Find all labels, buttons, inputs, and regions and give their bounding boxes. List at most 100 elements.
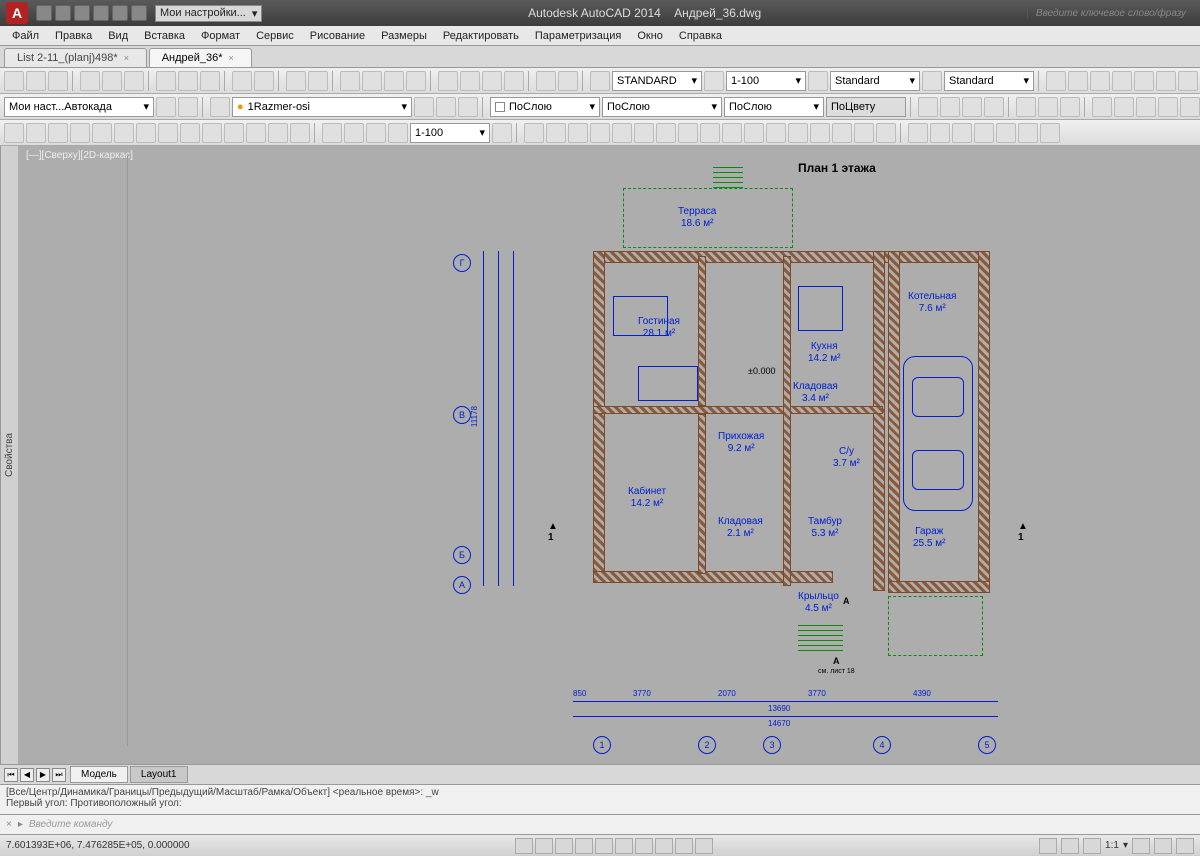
tblstyle-icon[interactable] xyxy=(922,71,942,91)
stretch-icon[interactable] xyxy=(656,123,676,143)
m8-icon[interactable] xyxy=(1092,97,1112,117)
rect-icon[interactable] xyxy=(92,123,112,143)
block-icon[interactable] xyxy=(254,71,274,91)
t4-icon[interactable] xyxy=(1112,71,1132,91)
menu-insert[interactable]: Вставка xyxy=(136,28,193,44)
qat-open-icon[interactable] xyxy=(55,5,71,21)
ssm-icon[interactable] xyxy=(504,71,524,91)
workspace-selector[interactable]: Мои настройки... ▾ xyxy=(155,5,262,22)
dc-icon[interactable] xyxy=(460,71,480,91)
e7-icon[interactable] xyxy=(1040,123,1060,143)
m10-icon[interactable] xyxy=(1136,97,1156,117)
tab-andrey36[interactable]: Андрей_36* × xyxy=(149,48,252,67)
tab-last-icon[interactable]: ⏭ xyxy=(52,768,66,782)
spline-icon[interactable] xyxy=(136,123,156,143)
line-icon[interactable] xyxy=(4,123,24,143)
qat-undo-icon[interactable] xyxy=(93,5,109,21)
print-icon[interactable] xyxy=(80,71,100,91)
publish-icon[interactable] xyxy=(124,71,144,91)
pan-icon[interactable] xyxy=(340,71,360,91)
dimstyle-icon[interactable] xyxy=(704,71,724,91)
erase-icon[interactable] xyxy=(876,123,896,143)
e6-icon[interactable] xyxy=(1018,123,1038,143)
menu-modify[interactable]: Редактировать xyxy=(435,28,527,44)
join-icon[interactable] xyxy=(832,123,852,143)
layerstate-dropdown[interactable]: Мои наст...Автокада▾ xyxy=(4,97,154,117)
ellipse-icon[interactable] xyxy=(114,123,134,143)
e3-icon[interactable] xyxy=(952,123,972,143)
menu-dim[interactable]: Размеры xyxy=(373,28,435,44)
mirror-icon[interactable] xyxy=(612,123,632,143)
osnap-icon[interactable] xyxy=(595,838,613,854)
text-icon[interactable] xyxy=(268,123,288,143)
m11-icon[interactable] xyxy=(1158,97,1178,117)
new-icon[interactable] xyxy=(4,71,24,91)
zoom-icon[interactable] xyxy=(362,71,382,91)
lwt-icon[interactable] xyxy=(675,838,693,854)
circle-icon[interactable] xyxy=(48,123,68,143)
plotstyle-dropdown[interactable]: ПоЦвету xyxy=(826,97,906,117)
t3-icon[interactable] xyxy=(1090,71,1110,91)
preview-icon[interactable] xyxy=(102,71,122,91)
qat-save-icon[interactable] xyxy=(74,5,90,21)
menu-view[interactable]: Вид xyxy=(100,28,136,44)
qat-print-icon[interactable] xyxy=(131,5,147,21)
s3-icon[interactable] xyxy=(1132,838,1150,854)
menu-window[interactable]: Окно xyxy=(629,28,671,44)
layer-match-icon[interactable] xyxy=(436,97,456,117)
s5-icon[interactable] xyxy=(1176,838,1194,854)
m3-icon[interactable] xyxy=(962,97,982,117)
layer-prev-icon[interactable] xyxy=(414,97,434,117)
d1-icon[interactable] xyxy=(524,123,544,143)
save-icon[interactable] xyxy=(48,71,68,91)
textstyle-dropdown[interactable]: STANDARD▾ xyxy=(612,71,702,91)
menu-help[interactable]: Справка xyxy=(671,28,730,44)
dimalg-icon[interactable] xyxy=(344,123,364,143)
dimlin-icon[interactable] xyxy=(322,123,342,143)
e2-icon[interactable] xyxy=(930,123,950,143)
gear-icon[interactable] xyxy=(156,97,176,117)
dimscale-dropdown[interactable]: 1-100▾ xyxy=(726,71,806,91)
grid-icon[interactable] xyxy=(535,838,553,854)
textstyle-icon[interactable] xyxy=(590,71,610,91)
table-icon[interactable] xyxy=(246,123,266,143)
menu-param[interactable]: Параметризация xyxy=(527,28,629,44)
e4-icon[interactable] xyxy=(974,123,994,143)
layer-iso-icon[interactable] xyxy=(178,97,198,117)
menu-tools[interactable]: Сервис xyxy=(248,28,302,44)
linetype-dropdown[interactable]: ПоСлою▾ xyxy=(602,97,722,117)
dyn-icon[interactable] xyxy=(655,838,673,854)
s2-icon[interactable] xyxy=(1083,838,1101,854)
help-search-input[interactable]: Введите ключевое слово/фразу xyxy=(1027,8,1186,19)
redo-icon[interactable] xyxy=(308,71,328,91)
props-icon[interactable] xyxy=(438,71,458,91)
copy-obj-icon[interactable] xyxy=(568,123,588,143)
match-icon[interactable] xyxy=(232,71,252,91)
model-tab[interactable]: Модель xyxy=(70,766,128,783)
e1-icon[interactable] xyxy=(908,123,928,143)
snap-icon[interactable] xyxy=(515,838,533,854)
polar-icon[interactable] xyxy=(575,838,593,854)
drawing-canvas[interactable]: [—][Сверху][2D-каркас] План 1 этажа Терр… xyxy=(18,146,1200,764)
hatch-icon[interactable] xyxy=(158,123,178,143)
m9-icon[interactable] xyxy=(1114,97,1134,117)
m4-icon[interactable] xyxy=(984,97,1004,117)
region-icon[interactable] xyxy=(224,123,244,143)
color-dropdown[interactable]: ПоСлою▾ xyxy=(490,97,600,117)
t6-icon[interactable] xyxy=(1156,71,1176,91)
break-icon[interactable] xyxy=(810,123,830,143)
layer-cur-icon[interactable] xyxy=(458,97,478,117)
close-icon[interactable]: × xyxy=(229,53,239,63)
open-icon[interactable] xyxy=(26,71,46,91)
s4-icon[interactable] xyxy=(1154,838,1172,854)
anno-scale-readout[interactable]: 1:1 xyxy=(1105,840,1119,851)
array-icon[interactable] xyxy=(744,123,764,143)
fillet-icon[interactable] xyxy=(766,123,786,143)
dimrad-icon[interactable] xyxy=(388,123,408,143)
menu-file[interactable]: Файл xyxy=(4,28,47,44)
tab-next-icon[interactable]: ▶ xyxy=(36,768,50,782)
rotate-icon[interactable] xyxy=(590,123,610,143)
layout1-tab[interactable]: Layout1 xyxy=(130,766,188,783)
qp-icon[interactable] xyxy=(695,838,713,854)
otrack-icon[interactable] xyxy=(615,838,633,854)
